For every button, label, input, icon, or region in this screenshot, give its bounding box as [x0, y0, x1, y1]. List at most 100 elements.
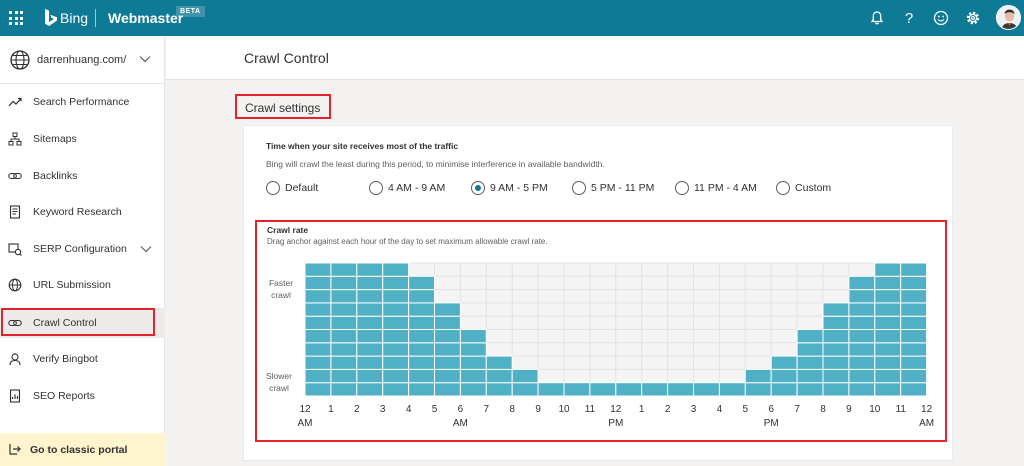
crawl-rate-cell[interactable] [511, 382, 539, 397]
crawl-rate-cell[interactable] [848, 368, 876, 384]
crawl-rate-cell[interactable] [485, 368, 513, 384]
crawl-rate-bar[interactable] [770, 355, 798, 397]
crawl-rate-bar[interactable] [718, 382, 746, 397]
brand-name[interactable]: Bing [60, 10, 88, 26]
crawl-rate-cell[interactable] [356, 315, 384, 330]
crawl-rate-cell[interactable] [485, 382, 513, 397]
crawl-rate-cell[interactable] [874, 262, 902, 277]
sidebar-item-seo-reports[interactable]: SEO Reports [0, 381, 165, 411]
crawl-rate-cell[interactable] [459, 368, 487, 384]
radio-circle[interactable] [266, 181, 280, 195]
crawl-rate-bar[interactable] [485, 355, 513, 397]
crawl-rate-bar[interactable] [796, 329, 824, 397]
crawl-rate-cell[interactable] [330, 289, 358, 304]
crawl-rate-cell[interactable] [848, 315, 876, 330]
crawl-rate-cell[interactable] [822, 342, 850, 357]
crawl-rate-cell[interactable] [900, 382, 928, 397]
crawl-rate-cell[interactable] [304, 355, 332, 370]
crawl-rate-cell[interactable] [382, 355, 410, 370]
crawl-rate-cell[interactable] [641, 382, 669, 397]
crawl-rate-cell[interactable] [848, 289, 876, 304]
sidebar-item-url-submission[interactable]: URL Submission [0, 270, 165, 300]
crawl-rate-cell[interactable] [459, 355, 487, 370]
help-icon[interactable]: ? [900, 9, 918, 27]
crawl-rate-cell[interactable] [408, 315, 436, 330]
radio-circle-selected[interactable] [471, 181, 485, 195]
crawl-rate-bar[interactable] [330, 262, 358, 397]
crawl-rate-cell[interactable] [900, 275, 928, 291]
crawl-rate-cell[interactable] [304, 302, 332, 317]
classic-portal-link[interactable]: Go to classic portal [0, 433, 165, 466]
crawl-rate-cell[interactable] [900, 289, 928, 304]
sidebar-item-keyword-research[interactable]: Keyword Research [0, 197, 165, 227]
crawl-rate-cell[interactable] [874, 329, 902, 344]
crawl-rate-cell[interactable] [408, 275, 436, 291]
crawl-rate-cell[interactable] [900, 315, 928, 330]
crawl-rate-cell[interactable] [304, 329, 332, 344]
crawl-rate-cell[interactable] [356, 382, 384, 397]
crawl-rate-cell[interactable] [589, 382, 617, 397]
crawl-rate-cell[interactable] [459, 329, 487, 344]
crawl-rate-cell[interactable] [822, 368, 850, 384]
crawl-rate-cell[interactable] [330, 302, 358, 317]
crawl-rate-cell[interactable] [434, 329, 461, 344]
crawl-rate-cell[interactable] [900, 368, 928, 384]
crawl-rate-bar[interactable] [615, 382, 643, 397]
crawl-rate-cell[interactable] [408, 368, 436, 384]
product-name[interactable]: Webmaster [108, 10, 183, 26]
crawl-rate-bar[interactable] [511, 368, 539, 397]
site-selector[interactable]: darrenhuang.com/ [0, 36, 165, 84]
avatar[interactable] [996, 5, 1021, 30]
gear-icon[interactable] [964, 9, 982, 27]
crawl-rate-bar[interactable] [563, 382, 591, 397]
crawl-rate-bar[interactable] [874, 262, 902, 397]
crawl-rate-cell[interactable] [848, 275, 876, 291]
sidebar-item-crawl-control[interactable]: Crawl Control [0, 308, 165, 338]
crawl-rate-bar[interactable] [848, 275, 876, 397]
crawl-rate-cell[interactable] [434, 315, 461, 330]
radio-circle[interactable] [369, 181, 383, 195]
crawl-rate-bar[interactable] [382, 262, 410, 397]
crawl-rate-cell[interactable] [408, 382, 436, 397]
crawl-rate-cell[interactable] [822, 382, 850, 397]
crawl-rate-bar[interactable] [589, 382, 617, 397]
crawl-rate-cell[interactable] [382, 342, 410, 357]
crawl-rate-cell[interactable] [822, 302, 850, 317]
smiley-icon[interactable] [932, 9, 950, 27]
crawl-rate-cell[interactable] [900, 355, 928, 370]
crawl-rate-cell[interactable] [900, 342, 928, 357]
crawl-rate-cell[interactable] [848, 355, 876, 370]
crawl-rate-cell[interactable] [304, 262, 332, 277]
sidebar-item-sitemaps[interactable]: Sitemaps [0, 124, 165, 154]
crawl-rate-cell[interactable] [667, 382, 695, 397]
crawl-rate-bar[interactable] [744, 368, 772, 397]
crawl-rate-cell[interactable] [382, 329, 410, 344]
crawl-rate-cell[interactable] [304, 368, 332, 384]
crawl-rate-cell[interactable] [356, 342, 384, 357]
crawl-rate-cell[interactable] [304, 289, 332, 304]
crawl-rate-cell[interactable] [718, 382, 746, 397]
crawl-rate-cell[interactable] [356, 368, 384, 384]
crawl-rate-cell[interactable] [770, 355, 798, 370]
crawl-rate-cell[interactable] [770, 382, 798, 397]
crawl-rate-cell[interactable] [330, 262, 358, 277]
waffle-icon[interactable] [9, 11, 23, 25]
crawl-rate-cell[interactable] [848, 329, 876, 344]
crawl-rate-cell[interactable] [563, 382, 591, 397]
crawl-rate-cell[interactable] [330, 342, 358, 357]
crawl-rate-cell[interactable] [796, 355, 824, 370]
crawl-rate-cell[interactable] [408, 289, 436, 304]
crawl-rate-bar[interactable] [900, 262, 928, 397]
crawl-rate-cell[interactable] [615, 382, 643, 397]
sidebar-item-backlinks[interactable]: Backlinks [0, 161, 165, 191]
crawl-rate-cell[interactable] [382, 382, 410, 397]
crawl-rate-cell[interactable] [874, 289, 902, 304]
radio-circle[interactable] [675, 181, 689, 195]
crawl-rate-cell[interactable] [304, 315, 332, 330]
crawl-rate-cell[interactable] [382, 289, 410, 304]
crawl-rate-cell[interactable] [796, 368, 824, 384]
radio-circle[interactable] [572, 181, 586, 195]
crawl-rate-bar[interactable] [667, 382, 695, 397]
crawl-rate-cell[interactable] [511, 368, 539, 384]
crawl-rate-cell[interactable] [330, 315, 358, 330]
